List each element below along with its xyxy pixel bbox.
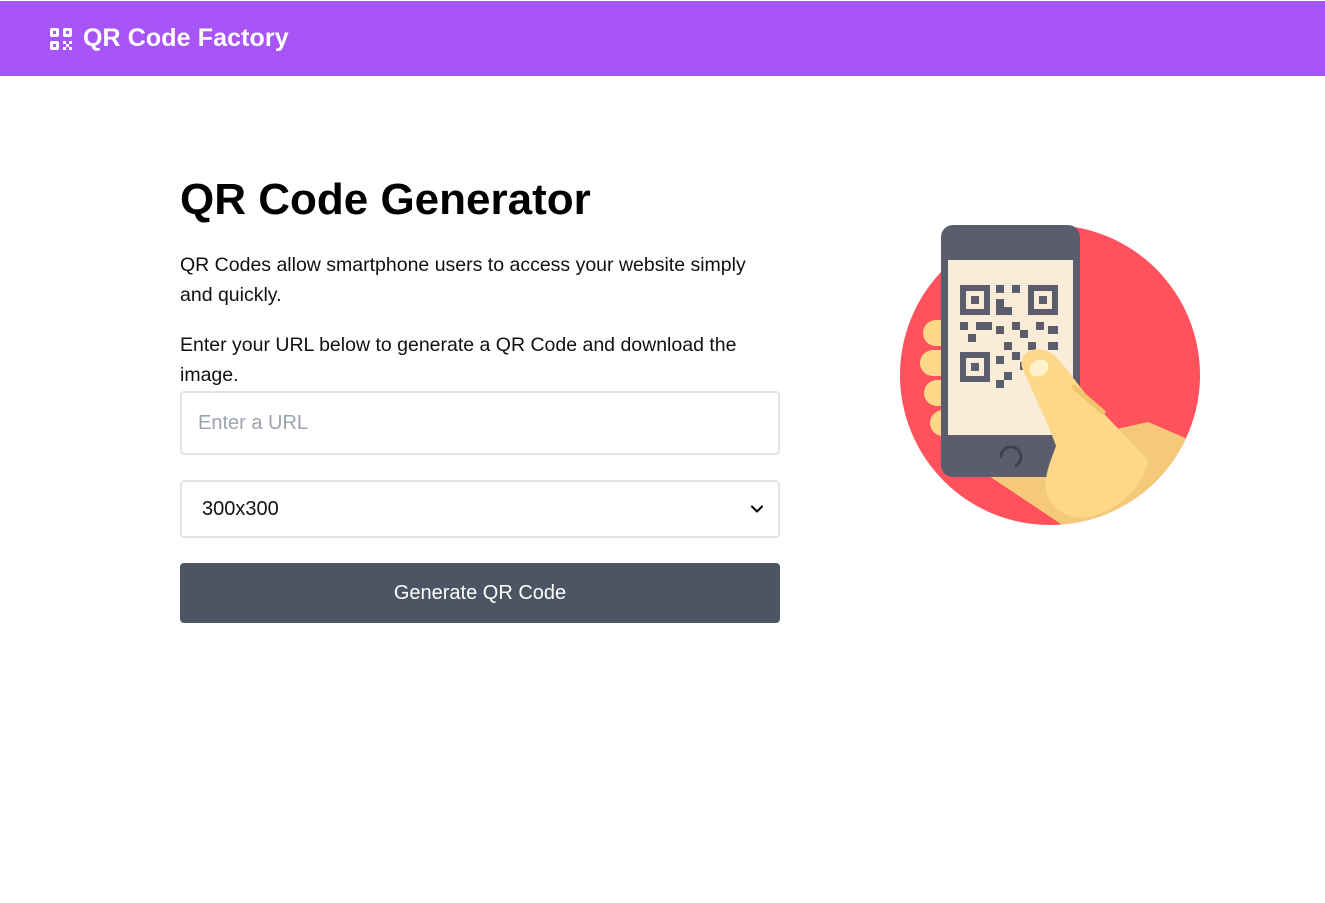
size-select[interactable]: 300x300	[180, 480, 780, 538]
generator-section: QR Code Generator QR Codes allow smartph…	[180, 170, 780, 623]
description-text: QR Codes allow smartphone users to acces…	[180, 254, 746, 306]
instruction-text: Enter your URL below to generate a QR Co…	[180, 334, 737, 386]
brand-link[interactable]: QR Code Factory	[50, 1, 289, 76]
size-select-value: 300x300	[202, 497, 279, 520]
generate-qr-button[interactable]: Generate QR Code	[180, 563, 780, 623]
phone-scanning-qr-illustration	[900, 225, 1200, 525]
navbar: QR Code Factory	[0, 1, 1325, 76]
brand-title: QR Code Factory	[83, 24, 289, 52]
chevron-down-icon	[750, 505, 764, 513]
page-title: QR Code Generator	[180, 175, 591, 224]
qrcode-icon	[50, 27, 72, 50]
url-input[interactable]	[180, 391, 780, 455]
